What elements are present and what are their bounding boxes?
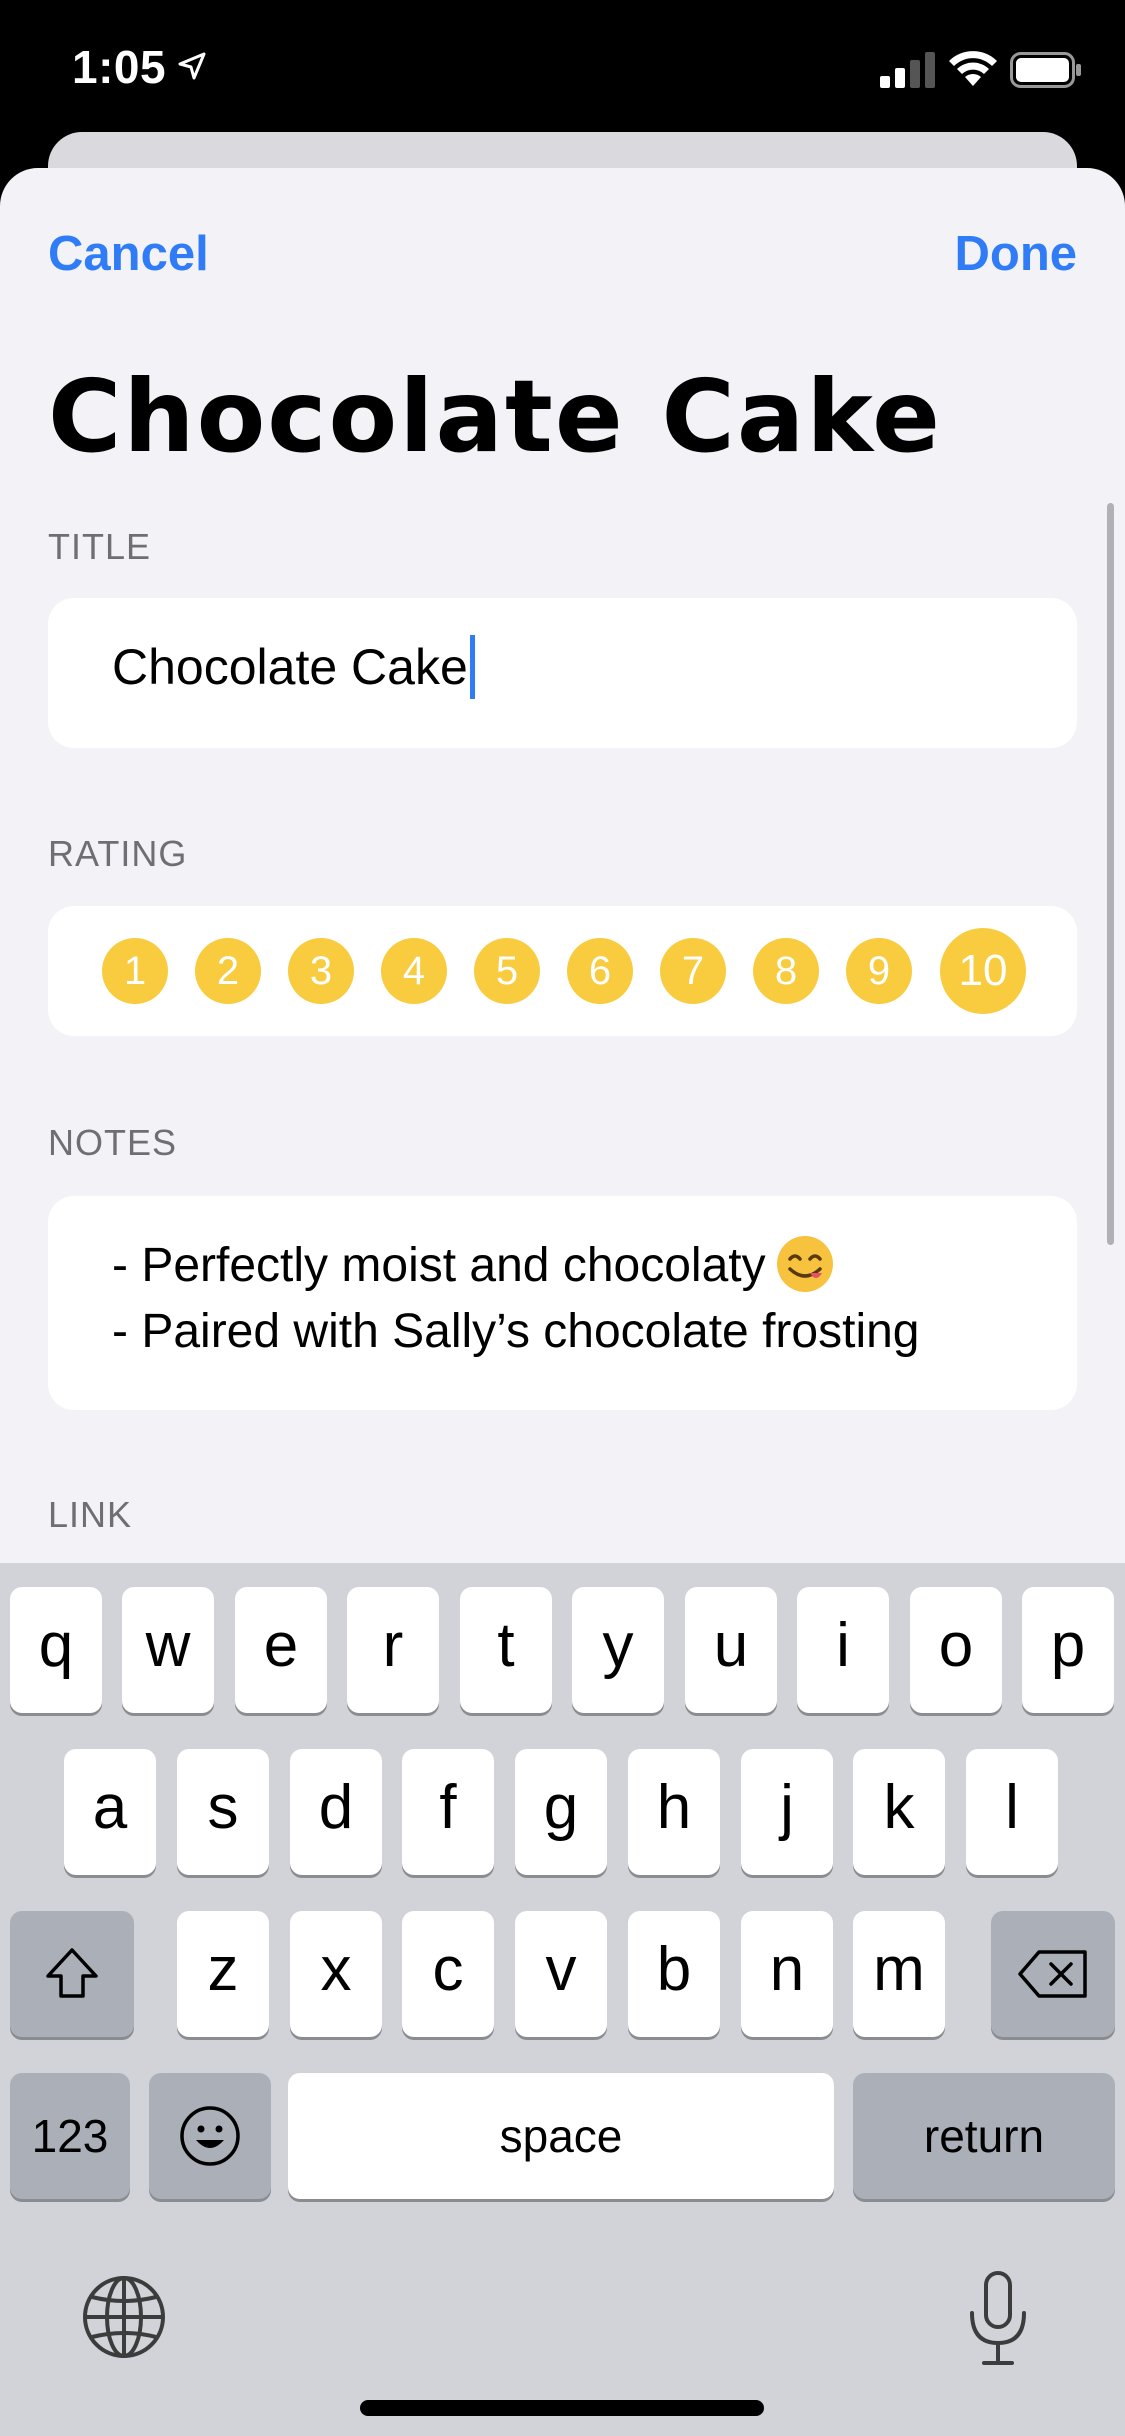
- wifi-icon: [949, 51, 997, 86]
- globe-icon[interactable]: [80, 2273, 168, 2361]
- key-o[interactable]: o: [910, 1587, 1002, 1713]
- key-v[interactable]: v: [515, 1911, 607, 2037]
- key-h[interactable]: h: [628, 1749, 720, 1875]
- shift-key[interactable]: [10, 1911, 134, 2037]
- title-input-value: Chocolate Cake: [112, 639, 468, 695]
- title-section-label: TITLE: [48, 526, 152, 567]
- scroll-indicator[interactable]: [1107, 503, 1114, 1245]
- rating-option-8[interactable]: 8: [753, 938, 819, 1004]
- rating-option-2[interactable]: 2: [195, 938, 261, 1004]
- cancel-button[interactable]: Cancel: [48, 226, 209, 282]
- keyboard: q w e r t y u i o p a s d f g h j k l z …: [0, 1563, 1125, 2436]
- yum-face-emoji-icon: [776, 1236, 833, 1293]
- status-time: 1:05: [72, 41, 167, 93]
- key-g[interactable]: g: [515, 1749, 607, 1875]
- key-f[interactable]: f: [402, 1749, 494, 1875]
- key-k[interactable]: k: [853, 1749, 945, 1875]
- key-u[interactable]: u: [685, 1587, 777, 1713]
- rating-section-label: RATING: [48, 833, 188, 874]
- key-z[interactable]: z: [177, 1911, 269, 2037]
- key-j[interactable]: j: [741, 1749, 833, 1875]
- backspace-icon: [1018, 1950, 1087, 1998]
- key-e[interactable]: e: [235, 1587, 327, 1713]
- key-r[interactable]: r: [347, 1587, 439, 1713]
- key-w[interactable]: w: [122, 1587, 214, 1713]
- key-a[interactable]: a: [64, 1749, 156, 1875]
- rating-card: 1 2 3 4 5 6 7 8 9 10: [48, 906, 1077, 1036]
- key-m[interactable]: m: [853, 1911, 945, 2037]
- emoji-key[interactable]: [149, 2073, 271, 2199]
- notes-section-label: NOTES: [48, 1122, 178, 1163]
- home-indicator[interactable]: [360, 2400, 764, 2416]
- key-n[interactable]: n: [741, 1911, 833, 2037]
- key-t[interactable]: t: [460, 1587, 552, 1713]
- key-i[interactable]: i: [797, 1587, 889, 1713]
- notes-line-1-text: - Perfectly moist and chocolaty: [112, 1239, 766, 1292]
- delete-key[interactable]: [991, 1911, 1115, 2037]
- key-x[interactable]: x: [290, 1911, 382, 2037]
- key-d[interactable]: d: [290, 1749, 382, 1875]
- battery-icon: [1010, 52, 1081, 88]
- rating-option-9[interactable]: 9: [846, 938, 912, 1004]
- notes-line-2: - Paired with Sally’s chocolate frosting: [112, 1305, 920, 1358]
- notes-line-1: - Perfectly moist and chocolaty: [112, 1236, 834, 1293]
- rating-option-6[interactable]: 6: [567, 938, 633, 1004]
- microphone-icon[interactable]: [962, 2269, 1034, 2369]
- key-c[interactable]: c: [402, 1911, 494, 2037]
- key-s[interactable]: s: [177, 1749, 269, 1875]
- rating-option-3[interactable]: 3: [288, 938, 354, 1004]
- shift-icon: [46, 1948, 98, 1998]
- rating-row: 1 2 3 4 5 6 7 8 9 10: [48, 906, 1077, 1036]
- rating-option-4[interactable]: 4: [381, 938, 447, 1004]
- page-title: Chocolate Cake: [48, 358, 942, 475]
- title-field[interactable]: Chocolate Cake: [48, 598, 1077, 748]
- key-b[interactable]: b: [628, 1911, 720, 2037]
- key-y[interactable]: y: [572, 1587, 664, 1713]
- emoji-smiley-icon: [180, 2106, 240, 2166]
- rating-option-7[interactable]: 7: [660, 938, 726, 1004]
- space-key[interactable]: space: [288, 2073, 834, 2199]
- title-input-text[interactable]: Chocolate Cake: [112, 634, 475, 699]
- numbers-key[interactable]: 123: [10, 2073, 130, 2199]
- rating-option-10[interactable]: 10: [940, 928, 1026, 1014]
- location-arrow-icon: [178, 52, 206, 80]
- text-cursor: [469, 634, 475, 699]
- status-bar: 1:05: [0, 0, 1125, 135]
- key-l[interactable]: l: [966, 1749, 1058, 1875]
- notes-field[interactable]: - Perfectly moist and chocolaty - Paired…: [48, 1196, 1077, 1410]
- return-key[interactable]: return: [853, 2073, 1115, 2199]
- rating-option-5[interactable]: 5: [474, 938, 540, 1004]
- cellular-signal-icon: [880, 52, 935, 88]
- rating-option-1[interactable]: 1: [102, 938, 168, 1004]
- key-p[interactable]: p: [1022, 1587, 1114, 1713]
- done-button[interactable]: Done: [955, 226, 1078, 282]
- link-section-label: LINK: [48, 1494, 133, 1535]
- key-q[interactable]: q: [10, 1587, 102, 1713]
